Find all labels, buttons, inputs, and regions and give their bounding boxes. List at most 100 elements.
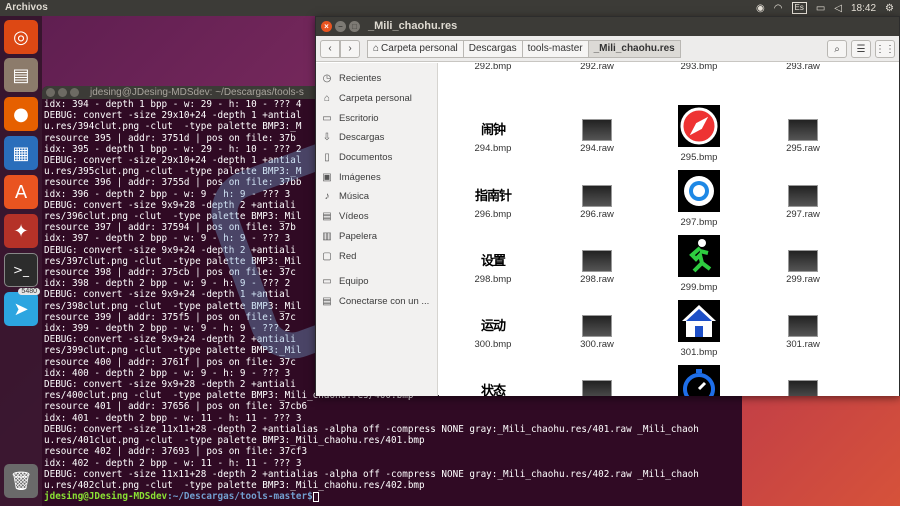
sidebar-item-label: Música: [339, 191, 370, 203]
file-item[interactable]: 293.raw: [763, 63, 843, 72]
breadcrumb-home[interactable]: ⌂ Carpeta personal: [367, 39, 464, 58]
file-item[interactable]: 295.bmp: [659, 105, 739, 163]
sidebar-item-red[interactable]: ▢ Red: [316, 246, 437, 266]
list-view-button[interactable]: ☰: [851, 40, 871, 58]
sidebar-item-musica[interactable]: ♪ Música: [316, 187, 437, 207]
breadcrumb-current[interactable]: _Mili_chaohu.res: [587, 39, 681, 58]
file-item[interactable]: 298.raw: [557, 238, 637, 285]
sidebar-item-label: Recientes: [339, 73, 382, 85]
file-item[interactable]: 297.raw: [763, 173, 843, 220]
file-label: 299.raw: [786, 274, 820, 285]
shopping-bag-icon: A: [14, 181, 28, 203]
volume-icon[interactable]: ◁: [834, 3, 842, 14]
active-app-name: Archivos: [5, 2, 48, 13]
clock-text[interactable]: 18:42: [851, 3, 876, 14]
sidebar-item-conectarse[interactable]: ▤ Conectarse con un ...: [316, 292, 437, 312]
grid-view-icon: ⋮⋮: [875, 43, 895, 55]
download-icon: ⇩: [322, 132, 332, 144]
telegram-launcher-item[interactable]: ➤ 5480: [4, 288, 40, 326]
search-button[interactable]: ⌕: [827, 40, 847, 58]
document-icon: ▯: [324, 152, 330, 164]
writer-launcher-item[interactable]: ▦: [4, 136, 38, 170]
file-item[interactable]: [659, 365, 739, 396]
sidebar-item-escritorio[interactable]: ▭ Escritorio: [316, 108, 437, 128]
stopwatch-icon: [678, 365, 720, 396]
file-item[interactable]: 292.bmp: [453, 63, 533, 72]
dash-button[interactable]: ◎: [4, 20, 38, 54]
settings-launcher-item[interactable]: ✦: [4, 214, 38, 248]
file-item[interactable]: 301.raw: [763, 303, 843, 350]
maximize-icon[interactable]: [70, 88, 79, 97]
breadcrumb-descargas[interactable]: Descargas: [462, 39, 523, 58]
chevron-left-icon: ‹: [328, 43, 332, 54]
file-item[interactable]: 闹钟 294.bmp: [453, 107, 533, 154]
file-item[interactable]: 设置 298.bmp: [453, 238, 533, 285]
file-item[interactable]: [557, 368, 637, 396]
back-button[interactable]: ‹: [320, 39, 340, 58]
ubuntu-logo-icon: ◎: [13, 26, 29, 48]
file-item[interactable]: 300.raw: [557, 303, 637, 350]
terminal-line: resource 402 | addr: 37693 | pos on file…: [44, 446, 308, 458]
file-manager-titlebar[interactable]: × – □ _Mili_chaohu.res: [316, 17, 899, 36]
terminal-prompt[interactable]: jdesing@JDesing-MDSdev:~/Descargas/tools…: [44, 491, 742, 502]
battery-icon[interactable]: ▭: [816, 3, 825, 14]
terminal-line: u.res/401clut.png -clut -type palette BM…: [44, 435, 425, 447]
sidebar-item-recientes[interactable]: ◷ Recientes: [316, 69, 437, 89]
gear-icon[interactable]: ⚙: [885, 3, 894, 14]
minimize-icon[interactable]: [58, 88, 67, 97]
search-icon: ⌕: [834, 43, 840, 55]
sidebar-item-equipo[interactable]: ▭ Equipo: [316, 272, 437, 292]
breadcrumb-tools-master[interactable]: tools-master: [521, 39, 589, 58]
terminal-line: DEBUG: convert -size 11x11+28 -depth 2 +…: [44, 468, 699, 480]
terminal-line: idx: 402 - depth 2 bpp - w: 11 - h: 11 -…: [44, 457, 302, 469]
file-item[interactable]: 指南针 296.bmp: [453, 173, 533, 220]
firefox-launcher-item[interactable]: ●: [4, 97, 38, 131]
sidebar-item-videos[interactable]: ▤ Vídeos: [316, 207, 437, 227]
file-item[interactable]: 296.raw: [557, 173, 637, 220]
sidebar-item-papelera[interactable]: ▥ Papelera: [316, 227, 437, 247]
file-item[interactable]: 293.bmp: [659, 63, 739, 72]
sidebar-item-descargas[interactable]: ⇩ Descargas: [316, 128, 437, 148]
file-item[interactable]: 状态: [453, 368, 533, 396]
file-item[interactable]: 299.raw: [763, 238, 843, 285]
file-item[interactable]: 294.raw: [557, 107, 637, 154]
close-icon[interactable]: ×: [321, 21, 332, 32]
thumbnail: [582, 119, 612, 141]
file-item[interactable]: 297.bmp: [659, 170, 739, 228]
file-item[interactable]: 301.bmp: [659, 300, 739, 358]
keyboard-layout-indicator[interactable]: Es: [791, 2, 807, 14]
sidebar-item-carpeta-personal[interactable]: ⌂ Carpeta personal: [316, 89, 437, 109]
software-center-launcher-item[interactable]: A: [4, 175, 38, 209]
file-item[interactable]: [763, 368, 843, 396]
wifi-icon[interactable]: ◠: [774, 3, 783, 14]
file-item[interactable]: 运动 300.bmp: [453, 303, 533, 350]
minimize-icon[interactable]: –: [335, 21, 346, 32]
trash-launcher-item[interactable]: 🗑: [4, 464, 38, 498]
thumbnail: [788, 119, 818, 141]
terminal-launcher-item[interactable]: >_: [4, 253, 38, 287]
thumbnail: 闹钟: [480, 122, 506, 137]
terminal-icon: >_: [12, 263, 30, 277]
file-label: 297.bmp: [680, 217, 718, 228]
thumbnail: 运动: [480, 318, 506, 333]
close-icon[interactable]: [46, 88, 55, 97]
file-item[interactable]: 299.bmp: [659, 235, 739, 293]
maximize-icon[interactable]: □: [349, 21, 360, 32]
home-icon: ⌂: [323, 93, 331, 105]
terminal-line: DEBUG: convert -size 11x11+28 -depth 2 +…: [44, 423, 699, 435]
sidebar-item-label: Vídeos: [339, 211, 369, 223]
terminal-title: jdesing@JDesing-MDSdev: ~/Descargas/tool…: [90, 87, 304, 98]
file-item[interactable]: 295.raw: [763, 107, 843, 154]
file-item[interactable]: 292.raw: [557, 63, 637, 72]
files-launcher-item[interactable]: ▤: [4, 58, 38, 92]
forward-button[interactable]: ›: [340, 39, 360, 58]
update-icon[interactable]: ◉: [756, 3, 765, 14]
file-manager-toolbar: ‹ › ⌂ Carpeta personal Descargas tools-m…: [316, 36, 899, 62]
terminal-line: resource 401 | addr: 37656 | pos on file…: [44, 401, 308, 413]
grid-view-button[interactable]: ⋮⋮: [875, 40, 895, 58]
file-manager-window[interactable]: × – □ _Mili_chaohu.res ‹ › ⌂ Carpeta per…: [315, 16, 900, 396]
sidebar-item-imagenes[interactable]: ▣ Imágenes: [316, 167, 437, 187]
sidebar-item-label: Equipo: [339, 276, 369, 288]
image-icon: ▣: [322, 171, 332, 183]
sidebar-item-documentos[interactable]: ▯ Documentos: [316, 148, 437, 168]
